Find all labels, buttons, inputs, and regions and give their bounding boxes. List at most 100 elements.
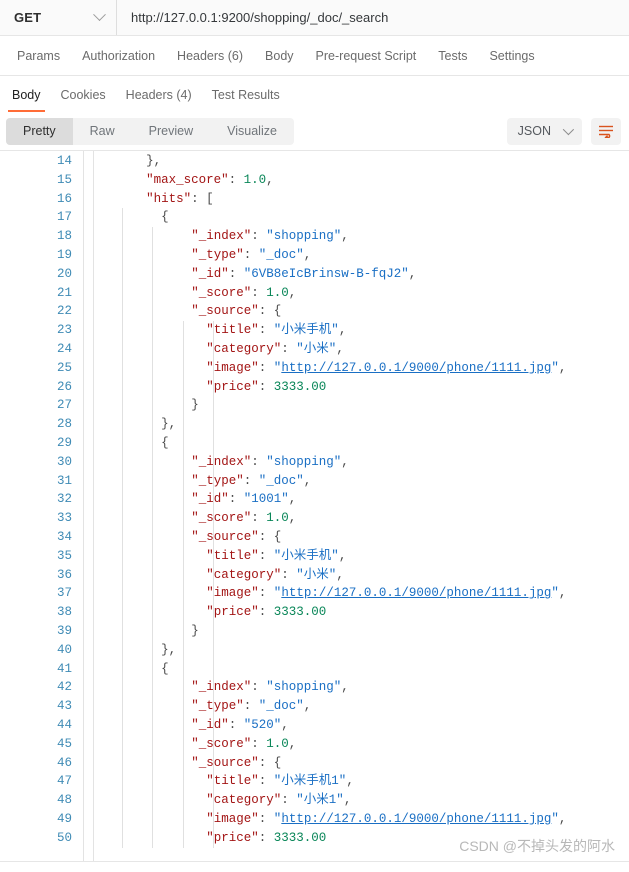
code-link[interactable]: http://127.0.0.1/9000/phone/1111.jpg (281, 812, 551, 826)
code-token: : (258, 830, 274, 845)
line-number: 32 (56, 492, 72, 507)
code-line: 27} (0, 396, 629, 415)
code-line: 50 "price": 3333.00 (0, 829, 629, 848)
code-token: "_doc" (258, 473, 304, 488)
code-line: 29 { (0, 434, 629, 453)
code-line: 22 "_source": { (0, 302, 629, 321)
code-text: "_type": "_doc", (191, 472, 311, 491)
code-token: , (288, 511, 297, 526)
code-token: }, (161, 642, 177, 657)
code-token: : (251, 285, 267, 300)
indent-guide (183, 321, 184, 848)
wrap-lines-button[interactable] (591, 117, 621, 145)
response-tab-headers-4[interactable]: Headers (4) (116, 78, 202, 112)
code-text: "_source": { (191, 754, 281, 773)
http-method-selector[interactable]: GET (0, 0, 117, 35)
line-number: 23 (56, 323, 72, 338)
request-tab-body[interactable]: Body (254, 36, 305, 76)
code-token: "title" (206, 548, 259, 563)
code-token: "_id" (191, 266, 229, 281)
code-text: "price": 3333.00 (206, 378, 326, 397)
view-mode-preview[interactable]: Preview (132, 118, 210, 145)
code-text: "title": "小米手机", (206, 321, 346, 340)
code-token: , (558, 812, 567, 826)
line-number: 29 (56, 436, 72, 450)
code-text: "category": "小米", (206, 566, 344, 585)
code-line: 21 "_score": 1.0, (0, 284, 629, 303)
code-text: "_id": "520", (191, 716, 289, 735)
line-number: 25 (56, 360, 72, 375)
code-text: "_score": 1.0, (191, 284, 296, 303)
code-token: : (251, 736, 267, 751)
code-token: "_score" (191, 285, 252, 300)
code-token: : (228, 266, 244, 281)
code-token: } (191, 398, 199, 413)
code-token: : [ (191, 191, 214, 206)
code-token: " (551, 586, 559, 601)
code-token: "category" (206, 567, 282, 582)
code-text: "image": "http://127.0.0.1/9000/phone/11… (206, 359, 566, 378)
request-tab-pre-request-script[interactable]: Pre-request Script (305, 36, 428, 76)
code-token: "_id" (191, 718, 229, 732)
response-body-viewer[interactable]: 14}, 15 "max_score": 1.0, 16 "hits": [17{18 "… (0, 150, 629, 862)
view-mode-raw[interactable]: Raw (73, 118, 132, 145)
line-number: 15 (56, 172, 72, 187)
code-line: 46 "_source": { (0, 754, 629, 773)
chevron-down-icon (93, 8, 106, 22)
code-line: 24 "category": "小米", (0, 340, 629, 359)
code-line: 41 { (0, 660, 629, 679)
line-number: 47 (56, 774, 72, 789)
code-token: : (281, 342, 297, 356)
request-tab-params[interactable]: Params (6, 36, 71, 76)
code-token: : { (258, 304, 282, 319)
code-token: "title" (206, 774, 259, 789)
code-text: "_index": "shopping", (191, 453, 349, 472)
line-number: 28 (56, 417, 72, 432)
code-token: "小米" (296, 342, 337, 356)
code-token: : { (258, 530, 282, 544)
code-text: "_source": { (191, 302, 281, 321)
code-token: 3333.00 (273, 605, 327, 620)
code-text: "price": 3333.00 (206, 829, 326, 848)
request-tab-tests[interactable]: Tests (427, 36, 478, 76)
code-link[interactable]: http://127.0.0.1/9000/phone/1111.jpg (281, 586, 551, 600)
request-tab-authorization[interactable]: Authorization (71, 36, 166, 76)
code-token: "max_score" (146, 172, 229, 187)
response-tab-cookies[interactable]: Cookies (51, 78, 116, 112)
code-token: , (341, 229, 349, 244)
code-line: 49 "image": "http://127.0.0.1/9000/phone/… (0, 810, 629, 829)
code-token: "小米1" (296, 793, 344, 808)
code-link[interactable]: http://127.0.0.1/9000/phone/1111.jpg (281, 361, 551, 375)
code-token: 1.0 (266, 285, 289, 300)
code-token: : (281, 793, 297, 808)
code-token: " (551, 812, 559, 826)
code-text: }, (161, 415, 176, 434)
code-token: "小米" (296, 567, 337, 582)
response-language-selector[interactable]: JSON (506, 117, 582, 145)
code-token: "hits" (146, 191, 192, 206)
response-tab-test-results[interactable]: Test Results (202, 78, 290, 112)
view-mode-pretty[interactable]: Pretty (6, 117, 73, 145)
code-token: "_doc" (258, 699, 304, 714)
code-token: , (288, 492, 297, 507)
code-line: 38 "price": 3333.00 (0, 603, 629, 622)
view-mode-visualize[interactable]: Visualize (210, 118, 294, 145)
request-tab-headers-6[interactable]: Headers (6) (166, 36, 254, 76)
code-token: "_index" (191, 680, 252, 695)
code-token: "_id" (191, 492, 229, 507)
code-text: "_index": "shopping", (191, 227, 349, 246)
url-input[interactable]: http://127.0.0.1:9200/shopping/_doc/_sea… (117, 0, 629, 35)
line-number: 33 (56, 511, 72, 526)
code-scroll-region[interactable]: 14}, 15 "max_score": 1.0, 16 "hits": [17{18 "… (0, 151, 629, 862)
code-token: : (228, 492, 244, 507)
response-tab-body[interactable]: Body (2, 78, 51, 112)
code-token: : (243, 473, 259, 488)
code-token: , (303, 473, 312, 488)
code-text: } (191, 396, 199, 415)
code-token: : (258, 774, 274, 789)
request-tab-settings[interactable]: Settings (478, 36, 545, 76)
response-tabs: Body Cookies Headers (4) Test Results (0, 76, 629, 112)
line-number: 41 (56, 661, 72, 676)
code-token: "_index" (191, 454, 252, 469)
line-number: 24 (56, 342, 72, 356)
